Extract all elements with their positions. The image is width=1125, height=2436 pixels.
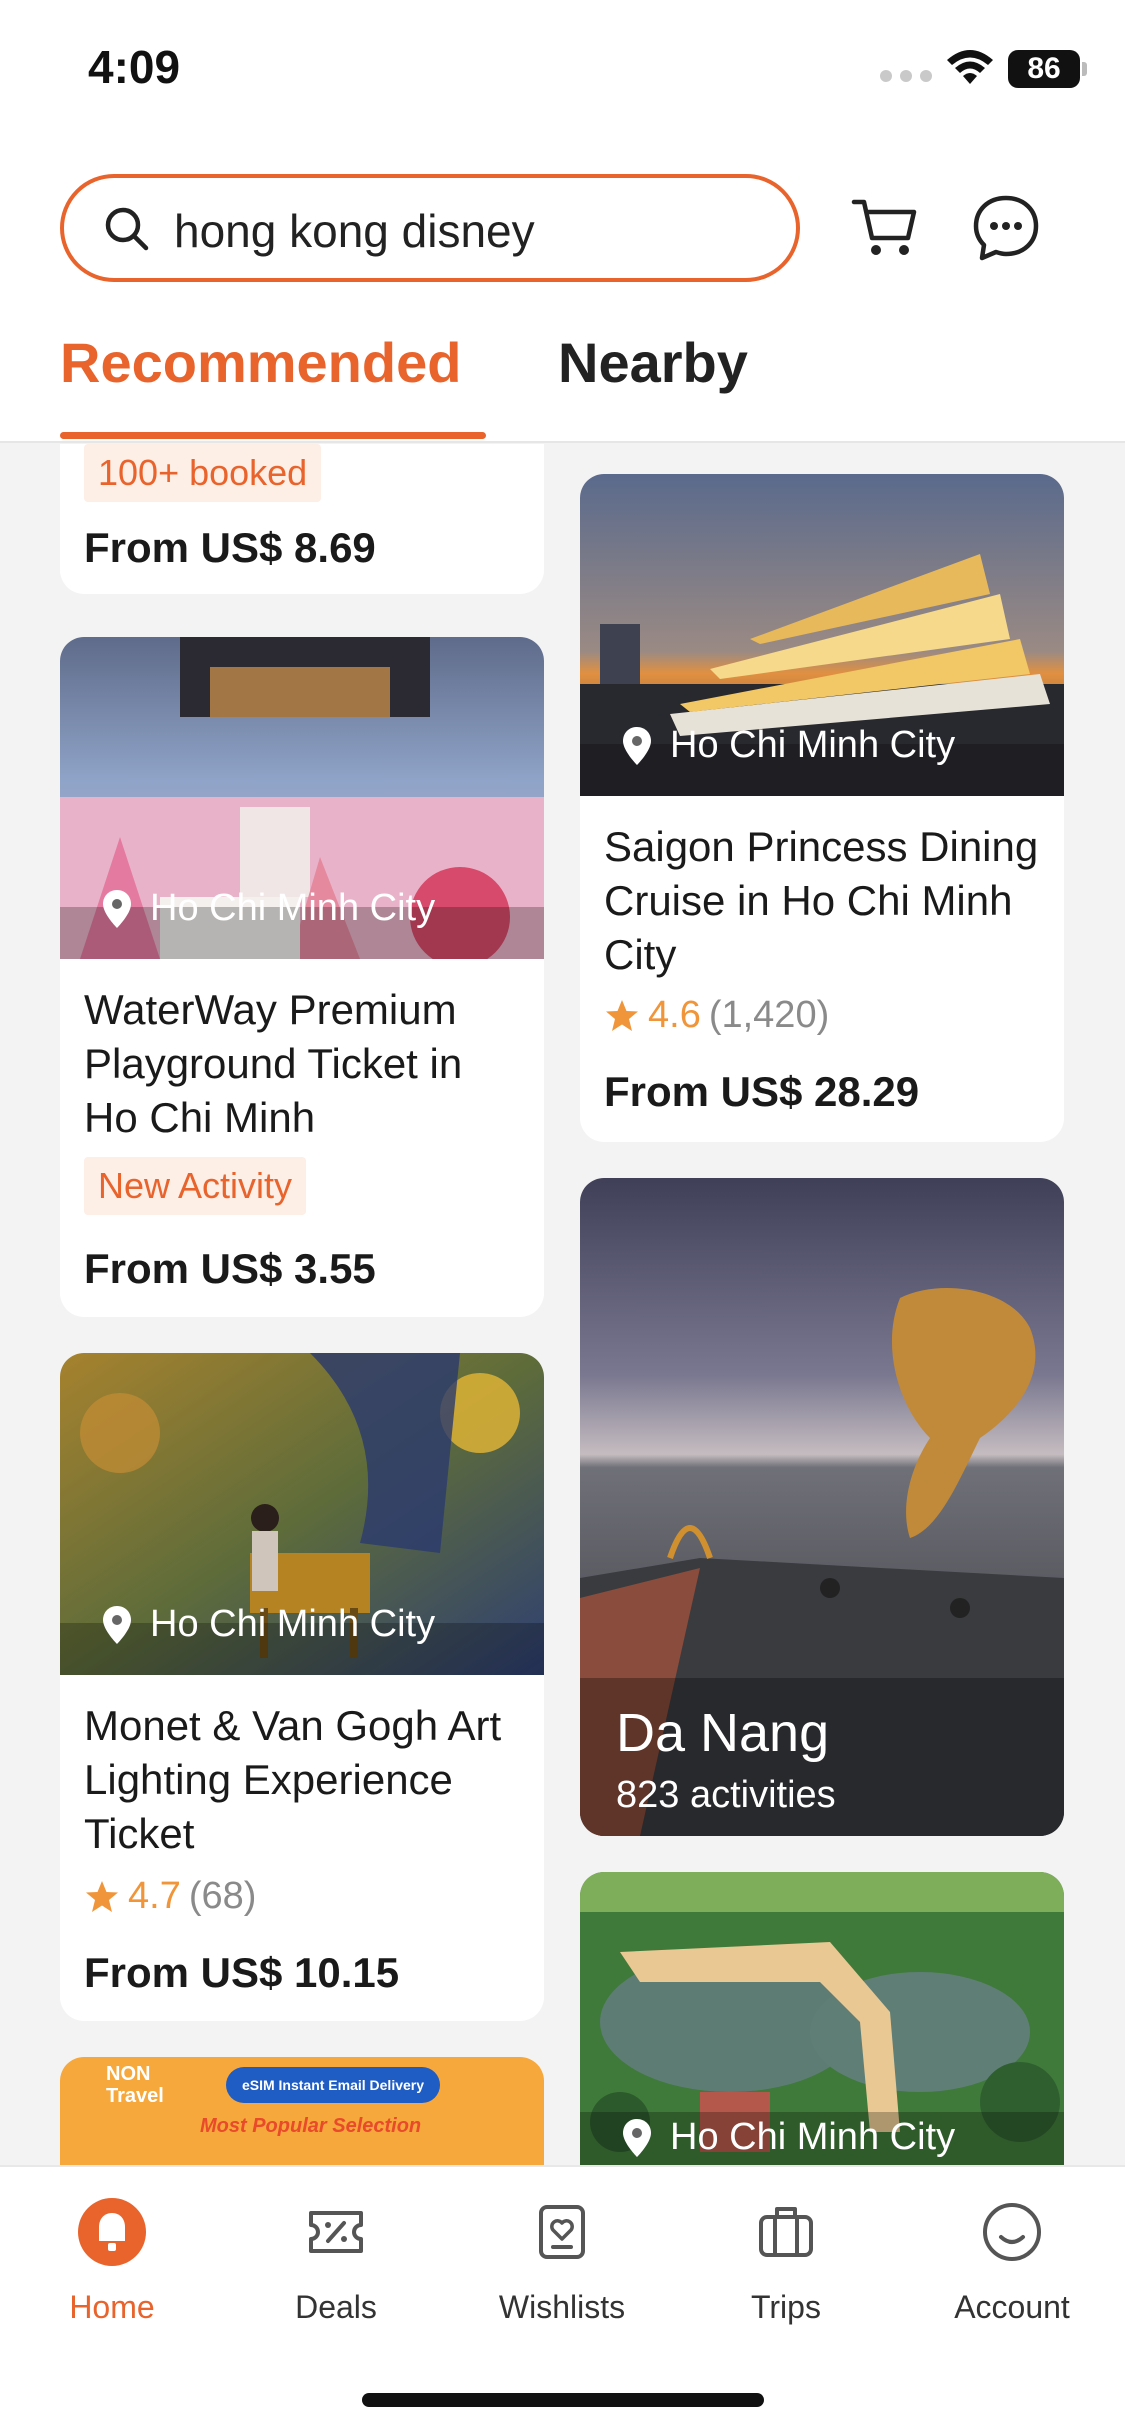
nav-trips[interactable]: Trips — [696, 2197, 876, 2326]
rating: 4.7 (68) — [84, 1875, 256, 1918]
price: From US$ 3.55 — [84, 1245, 376, 1292]
activity-card-monet[interactable]: Ho Chi Minh City Monet & Van Gogh Art Li… — [60, 1353, 544, 2021]
nav-wishlists[interactable]: Wishlists — [472, 2197, 652, 2326]
activity-title: WaterWay Premium Playground Ticket in Ho… — [84, 986, 463, 1141]
chat-icon[interactable] — [970, 192, 1042, 264]
destination-activity-count: 823 activities — [616, 1774, 836, 1816]
activity-title: Saigon Princess Dining Cruise in Ho Chi … — [604, 823, 1039, 978]
header-divider — [0, 441, 1125, 443]
account-icon — [983, 2203, 1041, 2261]
esim-promo: Most Popular Selection — [200, 2115, 422, 2137]
price: From US$ 10.15 — [84, 1949, 400, 1996]
cellular-signal-icon — [880, 70, 932, 82]
activity-card-esim[interactable]: NON Travel eSIM Instant Email Delivery M… — [60, 2057, 544, 2165]
location-label: Ho Chi Minh City — [100, 887, 435, 930]
review-count: (68) — [188, 1875, 257, 1917]
new-activity-badge: New Activity — [84, 1157, 307, 1215]
wishlist-icon — [539, 2205, 585, 2259]
location-pin-icon — [103, 889, 131, 928]
status-time: 4:09 — [88, 41, 181, 93]
rating-score: 4.6 — [648, 994, 701, 1036]
rating-score: 4.7 — [128, 1875, 181, 1917]
header: hong kong disney Recommended Nearby — [0, 130, 1125, 443]
battery-indicator: 86 — [1008, 50, 1080, 88]
star-icon — [86, 1880, 118, 1912]
tab-recommended[interactable]: Recommended — [60, 330, 461, 395]
nav-deals[interactable]: Deals — [246, 2197, 426, 2326]
activity-card-partial[interactable]: 100+ booked From US$ 8.69 — [60, 444, 544, 594]
search-icon — [105, 207, 149, 251]
price: From US$ 28.29 — [604, 1068, 920, 1115]
nav-home[interactable]: Home — [22, 2197, 202, 2326]
star-icon — [606, 999, 638, 1031]
esim-brand-logo: NON Travel — [106, 2063, 164, 2107]
review-count: (1,420) — [708, 994, 830, 1036]
battery-tip — [1082, 62, 1087, 76]
location-pin-icon — [623, 726, 651, 765]
tab-nearby[interactable]: Nearby — [558, 330, 748, 395]
activity-title: Monet & Van Gogh Art Lighting Experience… — [84, 1702, 502, 1857]
cart-icon[interactable] — [850, 192, 922, 264]
location-pin-icon — [103, 1605, 131, 1644]
home-indicator — [362, 2393, 764, 2407]
location-pin-icon — [623, 2118, 651, 2157]
location-label: Ho Chi Minh City — [620, 2116, 955, 2159]
nav-account[interactable]: Account — [922, 2197, 1102, 2326]
activity-card-waterway[interactable]: Ho Chi Minh City WaterWay Premium Playgr… — [60, 637, 544, 1317]
location-label: Ho Chi Minh City — [100, 1603, 435, 1646]
price: From US$ 8.69 — [84, 524, 376, 571]
home-icon — [78, 2198, 146, 2266]
destination-name: Da Nang — [616, 1703, 830, 1763]
rating: 4.6 (1,420) — [604, 994, 829, 1037]
activity-card-park[interactable]: Ho Chi Minh City — [580, 1872, 1064, 2165]
tab-active-indicator — [60, 432, 486, 439]
search-query: hong kong disney — [174, 205, 535, 257]
search-input[interactable]: hong kong disney — [60, 174, 800, 282]
wifi-icon — [947, 50, 993, 84]
location-label: Ho Chi Minh City — [620, 724, 955, 767]
esim-tag: eSIM Instant Email Delivery — [226, 2067, 440, 2103]
destination-card-da-nang[interactable]: Da Nang 823 activities — [580, 1178, 1064, 1836]
deals-icon — [309, 2211, 363, 2253]
trips-icon — [759, 2207, 813, 2257]
activity-card-saigon-cruise[interactable]: Ho Chi Minh City Saigon Princess Dining … — [580, 474, 1064, 1142]
status-bar: 4:09 86 — [0, 0, 1125, 130]
booked-badge: 100+ booked — [84, 444, 322, 502]
